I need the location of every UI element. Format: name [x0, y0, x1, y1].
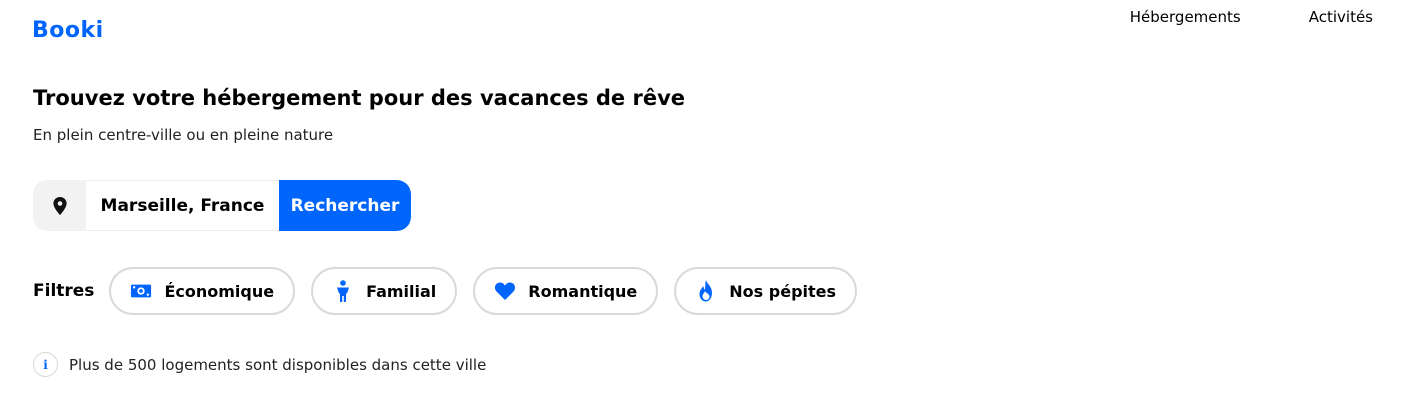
filter-familial[interactable]: Familial [311, 267, 458, 315]
filter-romantique[interactable]: Romantique [473, 267, 659, 315]
fire-icon [695, 280, 717, 302]
filter-label: Nos pépites [729, 281, 837, 301]
location-pin-icon [33, 180, 86, 231]
nav-item-activites[interactable]: Activités [1309, 8, 1373, 26]
filter-label: Romantique [528, 281, 638, 301]
search-bar: Marseille, France Rechercher [33, 180, 411, 231]
filter-label: Familial [366, 281, 437, 301]
filters-label: Filtres [33, 281, 95, 301]
filter-label: Économique [164, 281, 275, 301]
filters-bar: Filtres Économique Familial Romantique N… [33, 267, 873, 315]
main-nav: Hébergements Activités [1130, 8, 1373, 26]
page-title: Trouvez votre hébergement pour des vacan… [33, 86, 686, 110]
heart-icon [494, 280, 516, 302]
info-icon: i [33, 352, 58, 377]
nav-item-hebergements[interactable]: Hébergements [1130, 8, 1241, 26]
availability-info: i Plus de 500 logements sont disponibles… [33, 352, 486, 377]
child-icon [332, 280, 354, 302]
search-button[interactable]: Rechercher [279, 180, 411, 231]
money-bill-icon [130, 280, 152, 302]
filter-nos-pepites[interactable]: Nos pépites [674, 267, 858, 315]
page-subtitle: En plein centre-ville ou en pleine natur… [33, 126, 334, 144]
availability-text: Plus de 500 logements sont disponibles d… [69, 355, 487, 374]
filter-economique[interactable]: Économique [109, 267, 296, 315]
booki-logo[interactable]: Booki [32, 18, 104, 43]
location-input[interactable]: Marseille, France [86, 180, 279, 231]
